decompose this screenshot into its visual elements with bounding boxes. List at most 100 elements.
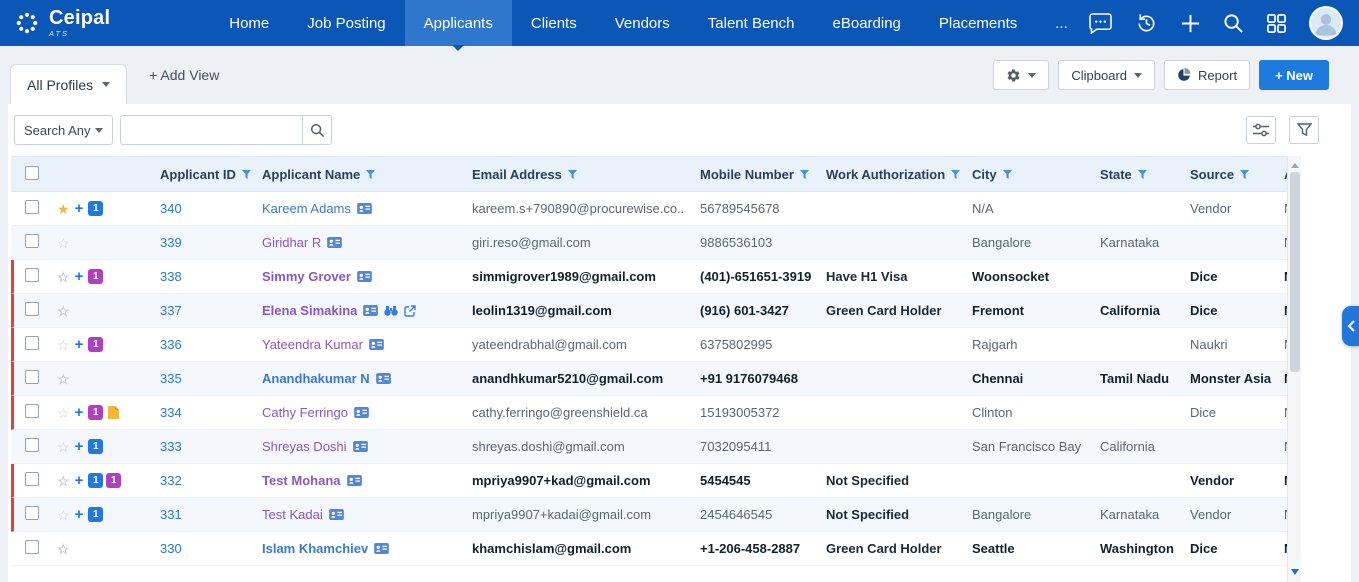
applicant-name-link[interactable]: Giridhar R [262, 235, 321, 250]
col-header-source[interactable]: Source [1182, 167, 1276, 182]
star-icon[interactable]: ☆ [57, 304, 70, 318]
nav-item-talent-bench[interactable]: Talent Bench [689, 0, 814, 46]
new-button[interactable]: + New [1259, 60, 1329, 90]
table-row[interactable]: ☆ + 1 334 Cathy Ferringo cath [11, 396, 1287, 430]
applicant-name-link[interactable]: Test Mohana [262, 473, 341, 488]
applicant-name-link[interactable]: Kareem Adams [262, 201, 351, 216]
contact-card-icon[interactable] [347, 475, 362, 486]
filter-icon[interactable] [1240, 170, 1249, 179]
quick-add-icon[interactable]: + [75, 337, 84, 352]
applicant-id-link[interactable]: 336 [160, 337, 182, 352]
row-checkbox[interactable] [25, 336, 39, 350]
table-row[interactable]: ☆ + 11 332 Test Mohana mpriya [11, 464, 1287, 498]
count-badge[interactable]: 1 [88, 473, 103, 488]
count-badge[interactable]: 1 [106, 473, 121, 488]
quick-add-icon[interactable]: + [75, 405, 84, 420]
applicant-name-link[interactable]: Yateendra Kumar [262, 337, 363, 352]
search-submit-button[interactable] [302, 115, 332, 145]
search-scope-select[interactable]: Search Any [14, 115, 113, 145]
nav-item-applicants[interactable]: Applicants [405, 0, 512, 46]
quick-add-icon[interactable]: + [75, 201, 84, 216]
table-row[interactable]: ☆ + 1 331 Test Kadai mpriya99 [11, 498, 1287, 532]
applicant-name-link[interactable]: Test Kadai [262, 507, 323, 522]
avatar[interactable] [1309, 6, 1343, 40]
applicant-id-link[interactable]: 337 [160, 303, 182, 318]
applicant-name-link[interactable]: Islam Khamchiev [262, 541, 368, 556]
table-row[interactable]: ☆ 330 Islam Khamchiev khamc [11, 532, 1287, 566]
nav-item-job-posting[interactable]: Job Posting [288, 0, 404, 46]
applicant-id-link[interactable]: 340 [160, 201, 182, 216]
clipboard-button[interactable]: Clipboard [1058, 60, 1155, 90]
vertical-scrollbar[interactable] [1287, 156, 1301, 582]
contact-card-icon[interactable] [374, 543, 389, 554]
filter-icon[interactable] [1003, 170, 1012, 179]
quick-add-icon[interactable]: + [75, 507, 84, 522]
count-badge[interactable]: 1 [88, 507, 103, 522]
filter-icon[interactable] [366, 170, 375, 179]
star-icon[interactable]: ☆ [57, 270, 70, 284]
collapse-panel-tab[interactable] [1342, 306, 1359, 346]
contact-card-icon[interactable] [327, 237, 342, 248]
applicant-id-link[interactable]: 331 [160, 507, 182, 522]
applicant-name-link[interactable]: Elena Simakina [262, 303, 357, 318]
row-checkbox[interactable] [25, 472, 39, 486]
row-checkbox[interactable] [25, 200, 39, 214]
count-badge[interactable]: 1 [88, 405, 103, 420]
settings-button[interactable] [993, 60, 1049, 90]
table-row[interactable]: ☆ + 1 338 Simmy Grover simmig [11, 260, 1287, 294]
binoculars-icon[interactable] [384, 305, 398, 316]
contact-card-icon[interactable] [353, 441, 368, 452]
star-icon[interactable]: ☆ [57, 542, 70, 556]
applicant-name-link[interactable]: Simmy Grover [262, 269, 351, 284]
star-icon[interactable]: ☆ [57, 440, 70, 454]
star-icon[interactable]: ☆ [57, 236, 70, 250]
scroll-up-arrow[interactable] [1291, 159, 1299, 168]
nav-item-clients[interactable]: Clients [512, 0, 596, 46]
applicant-id-link[interactable]: 335 [160, 371, 182, 386]
filter-icon[interactable] [951, 170, 960, 179]
select-all-checkbox[interactable] [25, 166, 39, 180]
quick-add-icon[interactable]: + [75, 473, 84, 488]
col-header-work-authorization[interactable]: Work Authorization [818, 167, 964, 182]
contact-card-icon[interactable] [357, 203, 372, 214]
chat-icon[interactable] [1088, 13, 1113, 34]
search-input[interactable] [120, 115, 302, 145]
nav-item-placements[interactable]: Placements [920, 0, 1036, 46]
nav-item-eboarding[interactable]: eBoarding [814, 0, 920, 46]
star-icon[interactable]: ☆ [57, 508, 70, 522]
star-icon[interactable]: ☆ [57, 372, 70, 386]
contact-card-icon[interactable] [329, 509, 344, 520]
nav-item-vendors[interactable]: Vendors [596, 0, 689, 46]
table-row[interactable]: ☆ 339 Giridhar R giri.reso@ [11, 226, 1287, 260]
row-checkbox[interactable] [25, 438, 39, 452]
count-badge[interactable]: 1 [88, 337, 103, 352]
applicant-name-link[interactable]: Anandhakumar N [262, 371, 370, 386]
filter-icon[interactable] [1138, 170, 1147, 179]
contact-card-icon[interactable] [369, 339, 384, 350]
count-badge[interactable]: 1 [88, 439, 103, 454]
row-checkbox[interactable] [25, 540, 39, 554]
history-icon[interactable] [1135, 12, 1158, 35]
star-icon[interactable]: ★ [57, 202, 70, 216]
table-row[interactable]: ☆ + 1 333 Shreyas Doshi shrey [11, 430, 1287, 464]
applicant-id-link[interactable]: 338 [160, 269, 182, 284]
note-icon[interactable] [108, 406, 119, 419]
count-badge[interactable]: 1 [88, 269, 103, 284]
contact-card-icon[interactable] [363, 305, 378, 316]
col-header-city[interactable]: City [964, 167, 1092, 182]
filter-icon[interactable] [800, 170, 809, 179]
contact-card-icon[interactable] [354, 407, 369, 418]
apps-grid-icon[interactable] [1266, 13, 1287, 34]
report-button[interactable]: Report [1164, 60, 1250, 90]
scroll-down-arrow[interactable] [1291, 569, 1299, 579]
star-icon[interactable]: ☆ [57, 338, 70, 352]
add-view-button[interactable]: + Add View [149, 67, 219, 83]
applicant-name-link[interactable]: Shreyas Doshi [262, 439, 347, 454]
quick-add-icon[interactable]: + [75, 269, 84, 284]
filter-icon[interactable] [568, 170, 577, 179]
count-badge[interactable]: 1 [88, 201, 103, 216]
nav-item-home[interactable]: Home [210, 0, 288, 46]
search-icon[interactable] [1223, 13, 1244, 34]
table-row[interactable]: ★ + 1 340 Kareem Adams kareem [11, 192, 1287, 226]
row-checkbox[interactable] [25, 302, 39, 316]
